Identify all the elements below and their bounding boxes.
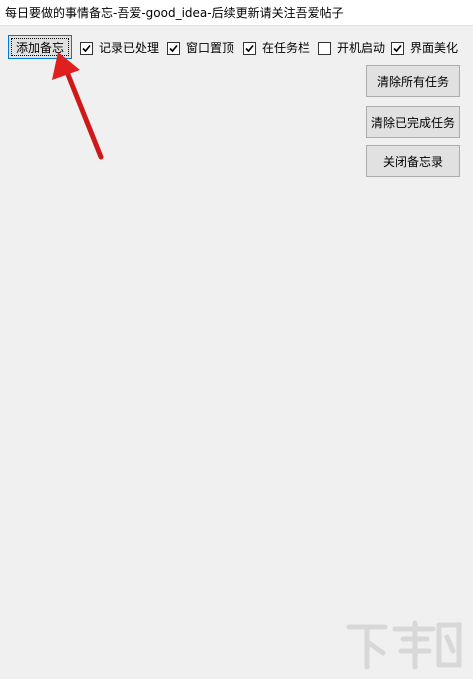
clear-all-tasks-button[interactable]: 清除所有任务 <box>366 65 460 97</box>
option-record-processed-label: 记录已处理 <box>99 41 160 55</box>
option-window-topmost[interactable]: 窗口置顶 <box>167 40 234 56</box>
option-record-processed[interactable]: 记录已处理 <box>80 40 159 56</box>
option-auto-start[interactable]: 开机启动 <box>318 40 385 56</box>
checkmark-icon <box>245 44 254 52</box>
clear-completed-tasks-label: 清除已完成任务 <box>370 115 455 130</box>
close-memo-label: 关闭备忘录 <box>382 154 443 169</box>
checkbox-window-topmost[interactable] <box>167 41 180 55</box>
add-memo-button-label: 添加备忘 <box>15 40 64 55</box>
window-title: 每日要做的事情备忘-吾爱-good_idea-后续更新请关注吾爱帖子 <box>5 6 344 20</box>
option-window-topmost-label: 窗口置顶 <box>186 41 235 55</box>
option-in-taskbar[interactable]: 在任务栏 <box>243 40 310 56</box>
checkmark-icon <box>393 44 402 52</box>
checkbox-auto-start[interactable] <box>318 41 331 55</box>
option-ui-beautify-label: 界面美化 <box>410 41 459 55</box>
checkbox-ui-beautify[interactable] <box>391 41 404 55</box>
add-memo-button[interactable]: 添加备忘 <box>8 35 72 59</box>
title-bar: 每日要做的事情备忘-吾爱-good_idea-后续更新请关注吾爱帖子 <box>0 0 473 26</box>
close-memo-button[interactable]: 关闭备忘录 <box>366 145 460 177</box>
checkbox-record-processed[interactable] <box>80 41 93 55</box>
checkmark-icon <box>82 44 91 52</box>
checkmark-icon <box>169 44 178 52</box>
option-auto-start-label: 开机启动 <box>337 41 386 55</box>
clear-completed-tasks-button[interactable]: 清除已完成任务 <box>366 106 460 138</box>
option-in-taskbar-label: 在任务栏 <box>262 41 311 55</box>
clear-all-tasks-label: 清除所有任务 <box>376 74 449 89</box>
checkbox-in-taskbar[interactable] <box>243 41 256 55</box>
option-ui-beautify[interactable]: 界面美化 <box>391 40 458 56</box>
